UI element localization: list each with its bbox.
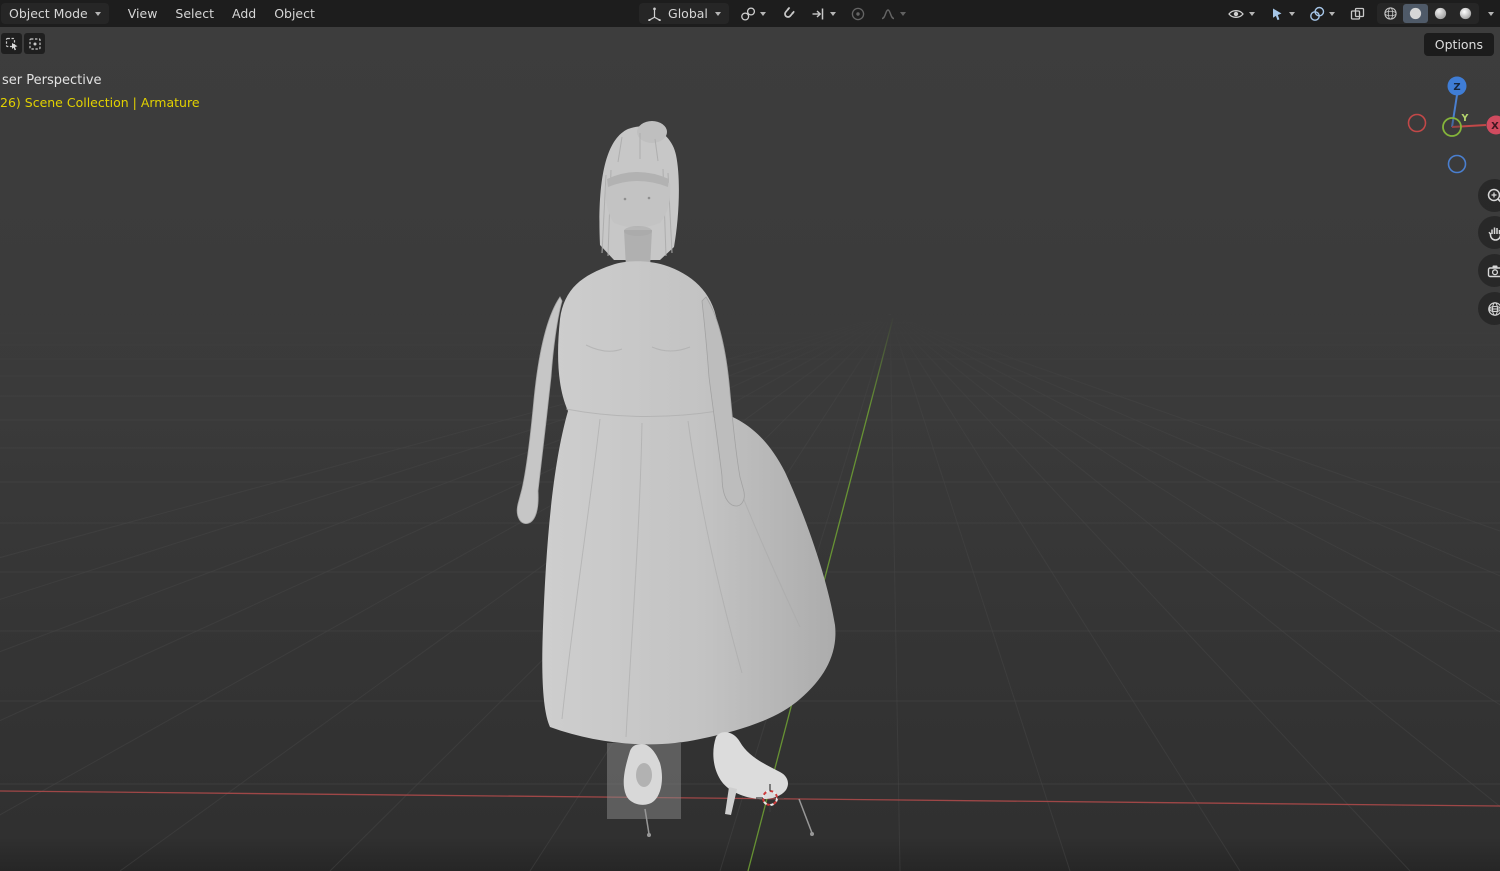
mode-dropdown-label: Object Mode [9,6,88,21]
transform-controls: Global [639,3,909,24]
face-mask [605,178,671,228]
transform-orientation-dropdown[interactable]: Global [639,3,729,24]
gizmo-z-label: Z [1453,82,1460,93]
snap-toggle[interactable] [777,4,799,24]
proportional-falloff-dropdown[interactable] [877,4,909,24]
xray-toggle[interactable] [1346,4,1369,24]
chevron-down-icon [899,11,906,16]
visibility-icon [1228,9,1244,18]
gizmo-minus-z-ball[interactable] [1447,154,1467,174]
pivot-point-icon [741,6,755,21]
gizmo-minus-x-ball[interactable] [1407,113,1427,133]
chevron-down-icon [1289,11,1295,16]
character-model[interactable] [516,121,836,837]
hand-icon [1487,227,1500,241]
bone-tip-dot [647,833,651,837]
object-visibility-dropdown[interactable] [1224,4,1258,24]
select-box-icon [28,37,41,50]
tool-tweak-button[interactable] [1,33,22,54]
gizmo-y-label: Y [1461,113,1469,124]
snap-target-icon [812,8,824,19]
falloff-curve-icon [881,8,895,19]
gizmo-x-label: X [1491,121,1499,132]
chevron-down-icon [759,11,766,16]
chevron-down-icon [714,11,721,16]
chevron-down-icon [94,11,101,16]
gizmo-y-ball[interactable] [1442,117,1462,137]
proportional-editing-icon [851,7,865,20]
shading-dropdown-chevron[interactable] [1488,11,1494,16]
bone-tip-dot [810,832,814,836]
axis-gizmo: Z X Y [1405,75,1500,175]
menu-select[interactable]: Select [166,3,223,24]
solid-shading-icon [1409,7,1422,20]
menu-object[interactable]: Object [265,3,324,24]
solid-shading-button[interactable] [1403,4,1428,23]
pivot-point-dropdown[interactable] [737,4,769,24]
tweak-tool-icon [5,37,17,50]
chevron-down-icon [1329,11,1335,16]
material-shading-button[interactable] [1428,4,1453,23]
breadcrumb: 26) Scene Collection | Armature [0,95,200,110]
snap-magnet-icon [784,6,795,18]
eye-right [647,196,651,200]
proportional-editing-toggle[interactable] [847,4,869,24]
view-perspective-label: ser Perspective [2,73,102,88]
viewport-header: Object Mode View Select Add Object Globa… [0,0,1500,27]
shoe-right-heel [725,787,737,815]
hair-bun [637,121,667,143]
xray-icon [1350,7,1365,20]
chevron-down-icon [1249,11,1255,16]
grid-view-icon [1487,301,1500,316]
options-button[interactable]: Options [1423,33,1494,56]
shoe-left-opening [636,763,652,787]
show-overlays-toggle[interactable] [1306,4,1338,24]
gizmos-icon [1273,8,1282,20]
3d-viewport[interactable]: ser Perspective 26) Scene Collection | A… [0,27,1500,871]
camera-icon [1487,265,1500,277]
display-controls [1224,3,1494,24]
material-shading-icon [1434,7,1447,20]
wireframe-shading-button[interactable] [1378,4,1403,23]
chevron-down-icon [829,11,836,16]
horizon-fade [0,315,1500,410]
active-tool-strip [1,33,45,54]
zoom-icon [1487,188,1500,203]
shoe-right [713,732,788,800]
wireframe-shading-icon [1384,7,1397,20]
orientation-label: Global [668,6,708,21]
shading-mode-group [1377,3,1479,24]
transform-orientation-icon [648,7,661,21]
menu-bar: View Select Add Object [119,3,324,24]
chin-shadow [624,226,652,236]
rendered-shading-icon [1459,7,1472,20]
overlays-icon [1310,6,1325,21]
show-gizmos-toggle[interactable] [1266,4,1298,24]
snap-settings-dropdown[interactable] [807,4,839,24]
menu-view[interactable]: View [119,3,167,24]
tool-select-box-button[interactable] [24,33,45,54]
viewport-scene [0,121,1500,871]
mode-dropdown[interactable]: Object Mode [1,3,109,24]
rendered-shading-button[interactable] [1453,4,1478,23]
eye-left [623,197,627,201]
menu-add[interactable]: Add [223,3,265,24]
